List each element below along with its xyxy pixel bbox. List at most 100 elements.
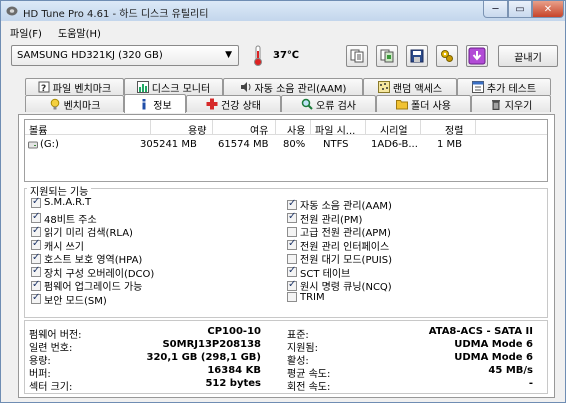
checkbox[interactable] xyxy=(287,238,297,250)
checkbox[interactable] xyxy=(287,292,297,302)
options-icon xyxy=(441,50,453,62)
checkbox[interactable] xyxy=(31,252,41,264)
tab-disk-monitor-label: 디스크 모니터 xyxy=(151,83,211,95)
tab-benchmark[interactable]: 벤치마크 xyxy=(25,95,124,112)
info-value: - xyxy=(528,378,533,389)
col-alignment[interactable]: 정렬 xyxy=(445,122,463,137)
col-serial[interactable]: 시리얼 xyxy=(380,122,408,137)
tab-error-scan-label: 오류 검사 xyxy=(316,100,356,112)
copy-text-icon xyxy=(350,49,364,63)
tab-error-scan[interactable]: 오류 검사 xyxy=(281,95,376,112)
checkbox[interactable] xyxy=(31,279,41,291)
checkbox[interactable] xyxy=(287,279,297,291)
magnifier-icon xyxy=(301,98,313,110)
info-icon xyxy=(142,99,146,110)
info-label: 회전 속도: xyxy=(287,382,331,393)
app-icon xyxy=(6,6,18,16)
col-free[interactable]: 여유 xyxy=(250,122,268,137)
toolbar: SAMSUNG HD321KJ (320 GB) ▼ 37℃ 끝내기 xyxy=(1,40,565,72)
copy-screenshot-button[interactable] xyxy=(376,45,398,67)
tab-random-access[interactable]: 랜덤 액세스 xyxy=(363,78,457,95)
checkbox[interactable] xyxy=(31,211,41,223)
cell-serial: 1AD6-B... xyxy=(371,139,418,150)
checkbox[interactable] xyxy=(31,238,41,250)
supported-features-group: 지원되는 기능 S.M.A.R.T48비트 주소읽기 미리 검색(RLA)캐시 … xyxy=(24,183,548,318)
volume-table-header: 볼륨 용량 여유 사용 파일 시... 시리얼 정렬 xyxy=(25,120,547,137)
tab-info-label: 정보 xyxy=(153,100,172,112)
checkbox[interactable] xyxy=(31,265,41,277)
window-title: HD Tune Pro 4.61 - 하드 디스크 유틸리티 xyxy=(23,9,209,20)
cell-capacity: 305241 MB xyxy=(140,139,197,150)
table-row[interactable]: (G:) 305241 MB 61574 MB 80% NTFS 1AD6-B.… xyxy=(25,137,547,152)
col-capacity[interactable]: 용량 xyxy=(188,122,206,137)
tab-aam-label: 자동 소음 관리(AAM) xyxy=(254,83,347,95)
info-value: 320,1 GB (298,1 GB) xyxy=(146,352,261,363)
copy-text-button[interactable] xyxy=(346,45,368,67)
col-volume[interactable]: 볼륨 xyxy=(29,122,47,137)
feature-checkbox[interactable]: TRIM xyxy=(287,292,325,303)
download-button[interactable] xyxy=(466,45,488,67)
tab-erase[interactable]: 지우기 xyxy=(471,95,551,112)
info-value: ATA8-ACS - SATA II xyxy=(428,326,533,337)
feature-checkbox[interactable]: 보안 모드(SM) xyxy=(31,292,107,307)
tab-disk-monitor[interactable]: 디스크 모니터 xyxy=(124,78,223,95)
drive-select-value: SAMSUNG HD321KJ (320 GB) xyxy=(17,50,163,61)
info-value: 16384 KB xyxy=(207,365,261,376)
checkbox[interactable] xyxy=(31,225,41,237)
tab-folder-usage[interactable]: 폴더 사용 xyxy=(376,95,471,112)
tab-info[interactable]: 정보 xyxy=(124,94,186,113)
folder-icon xyxy=(396,100,408,110)
title-bar[interactable]: HD Tune Pro 4.61 - 하드 디스크 유틸리티 ─ ▭ ✕ xyxy=(1,1,565,21)
menu-help[interactable]: 도움말(H) xyxy=(58,25,101,40)
download-icon xyxy=(468,47,486,65)
drive-info-group: 펌웨어 버전: CP100-10 일련 번호: S0MRJ13P208138 용량: 32… xyxy=(24,320,548,394)
checkbox[interactable] xyxy=(31,196,41,208)
menu-file[interactable]: 파일(F) xyxy=(10,25,42,40)
checkbox[interactable] xyxy=(287,198,297,210)
checkbox[interactable] xyxy=(287,211,297,223)
volume-table[interactable]: 볼륨 용량 여유 사용 파일 시... 시리얼 정렬 (G:) 305241 M… xyxy=(24,119,548,182)
checkbox[interactable] xyxy=(287,265,297,277)
cell-filesystem: NTFS xyxy=(323,139,349,150)
tab-random-access-label: 랜덤 액세스 xyxy=(392,83,443,95)
checkbox[interactable] xyxy=(31,292,41,304)
feature-checkbox[interactable]: S.M.A.R.T xyxy=(31,196,91,208)
tab-health-label: 건강 상태 xyxy=(221,100,261,112)
info-value: 45 MB/s xyxy=(488,365,533,376)
tab-extra-tests[interactable]: 추가 테스트 xyxy=(457,78,551,95)
tab-file-benchmark-label: 파일 벤치마크 xyxy=(52,83,112,95)
info-panel: 볼륨 용량 여유 사용 파일 시... 시리얼 정렬 (G:) 305241 M… xyxy=(18,114,555,398)
checkbox[interactable] xyxy=(287,253,297,264)
minimize-button[interactable]: ─ xyxy=(483,1,508,18)
col-used[interactable]: 사용 xyxy=(287,122,305,137)
checkbox[interactable] xyxy=(287,226,297,237)
tab-extra-tests-label: 추가 테스트 xyxy=(486,83,537,95)
tab-erase-label: 지우기 xyxy=(504,100,533,112)
speaker-icon xyxy=(240,82,251,92)
thermometer-icon xyxy=(254,45,262,66)
health-cross-icon xyxy=(206,98,218,110)
tab-health[interactable]: 건강 상태 xyxy=(186,95,281,112)
disk-monitor-icon xyxy=(136,81,149,93)
info-value: 512 bytes xyxy=(205,378,261,389)
info-label: 섹터 크기: xyxy=(29,382,73,393)
col-filesystem[interactable]: 파일 시... xyxy=(315,122,355,137)
maximize-button[interactable]: ▭ xyxy=(508,1,532,18)
cell-used: 80% xyxy=(283,139,306,150)
feature-label: 보안 모드(SM) xyxy=(44,295,107,307)
chevron-down-icon: ▼ xyxy=(225,50,232,60)
feature-label: TRIM xyxy=(300,291,325,303)
info-value: CP100-10 xyxy=(207,326,261,337)
cell-volume: (G:) xyxy=(40,139,59,150)
save-icon xyxy=(410,49,424,63)
exit-button[interactable]: 끝내기 xyxy=(498,45,558,67)
options-button[interactable] xyxy=(436,45,458,67)
drive-select[interactable]: SAMSUNG HD321KJ (320 GB) ▼ xyxy=(11,45,239,66)
drive-icon xyxy=(28,141,38,149)
tab-aam[interactable]: 자동 소음 관리(AAM) xyxy=(223,78,363,95)
close-button[interactable]: ✕ xyxy=(532,1,564,18)
save-button[interactable] xyxy=(406,45,428,67)
tab-folder-usage-label: 폴더 사용 xyxy=(411,100,451,112)
copy-screenshot-icon xyxy=(380,49,394,63)
tab-file-benchmark[interactable]: ? 파일 벤치마크 xyxy=(25,78,124,95)
